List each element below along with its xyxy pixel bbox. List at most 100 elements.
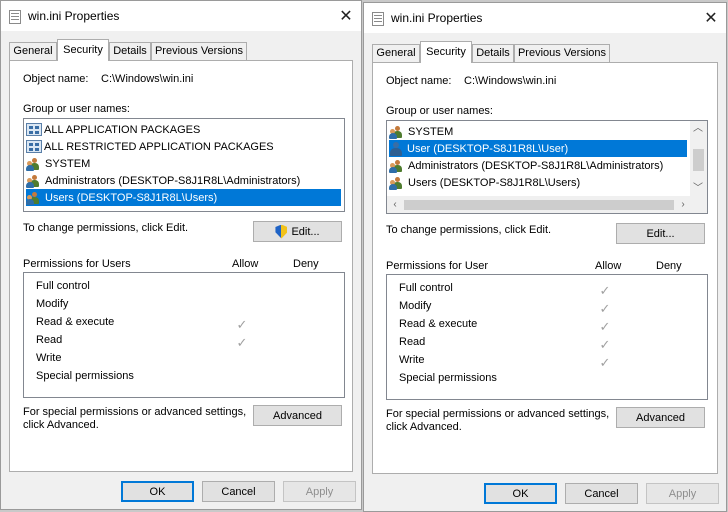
check-icon: ✓: [236, 335, 248, 350]
list-item-users[interactable]: Users (DESKTOP-S8J1R8L\Users): [389, 174, 584, 191]
group-icon: [389, 176, 405, 190]
ok-button[interactable]: OK: [484, 483, 557, 504]
scrollbar-thumb[interactable]: [693, 149, 704, 171]
permission-full-control: Full control: [36, 280, 90, 292]
cancel-button[interactable]: Cancel: [565, 483, 638, 504]
deny-column-header: Deny: [656, 260, 682, 272]
title-bar[interactable]: win.ini Properties ✕: [1, 1, 361, 31]
permission-read: Read: [399, 336, 426, 348]
advanced-button[interactable]: Advanced: [253, 405, 342, 426]
group-icon: [389, 125, 405, 139]
group-user-listbox[interactable]: ALL APPLICATION PACKAGES ALL RESTRICTED …: [23, 118, 345, 212]
user-icon: [389, 141, 403, 156]
tab-strip: General Security Details Previous Versio…: [1, 39, 361, 61]
allow-column-header: Allow: [595, 260, 622, 272]
tab-general[interactable]: General: [9, 42, 57, 60]
list-item-user[interactable]: User (DESKTOP-S8J1R8L\User): [389, 140, 687, 157]
permission-special: Special permissions: [36, 370, 134, 382]
list-item-system[interactable]: SYSTEM: [26, 155, 94, 172]
permissions-list: Full control Modify Read & execute Read …: [386, 274, 708, 400]
permission-special: Special permissions: [399, 372, 497, 384]
tab-security[interactable]: Security: [420, 41, 472, 63]
change-permissions-text: To change permissions, click Edit.: [386, 224, 552, 236]
special-permissions-text: For special permissions or advanced sett…: [386, 408, 610, 420]
list-item-label: SYSTEM: [45, 157, 91, 170]
list-item-label: User (DESKTOP-S8J1R8L\User): [407, 142, 569, 155]
edit-button[interactable]: Edit...: [616, 223, 705, 244]
tab-previous-versions[interactable]: Previous Versions: [514, 44, 610, 62]
file-icon: [9, 10, 21, 24]
group-names-label: Group or user names:: [386, 105, 493, 117]
package-group-icon: [26, 123, 42, 136]
check-icon: ✓: [599, 283, 611, 298]
list-item-label: SYSTEM: [408, 125, 454, 138]
tab-general[interactable]: General: [372, 44, 420, 62]
edit-button-label: Edit...: [291, 225, 320, 238]
horizontal-scrollbar[interactable]: ‹ ›: [387, 196, 707, 213]
tab-strip: General Security Details Previous Versio…: [364, 41, 726, 63]
permission-read: Read: [36, 334, 63, 346]
group-icon: [26, 191, 42, 205]
uac-shield-icon: [275, 225, 287, 239]
check-icon: ✓: [599, 337, 611, 352]
window-title: win.ini Properties: [28, 9, 120, 23]
security-panel: Object name: C:\Windows\win.ini Group or…: [9, 60, 353, 472]
list-item-administrators[interactable]: Administrators (DESKTOP-S8J1R8L\Administ…: [26, 172, 304, 189]
tab-security[interactable]: Security: [57, 39, 109, 61]
list-item-all-restricted-packages[interactable]: ALL RESTRICTED APPLICATION PACKAGES: [26, 138, 278, 155]
scrollbar-thumb[interactable]: [404, 200, 674, 210]
check-icon: ✓: [599, 355, 611, 370]
ok-button[interactable]: OK: [121, 481, 194, 502]
check-icon: ✓: [599, 319, 611, 334]
properties-window-right: win.ini Properties ✕ General Security De…: [363, 2, 727, 512]
change-permissions-text: To change permissions, click Edit.: [23, 222, 189, 234]
scroll-up-icon[interactable]: ︿: [690, 121, 706, 137]
apply-button[interactable]: Apply: [646, 483, 719, 504]
cancel-button[interactable]: Cancel: [202, 481, 275, 502]
group-icon: [389, 159, 405, 173]
tab-previous-versions[interactable]: Previous Versions: [151, 42, 247, 60]
permission-read-execute: Read & execute: [36, 316, 115, 328]
object-name-label: Object name:: [386, 75, 452, 87]
permissions-list: Full control Modify Read & execute Read …: [23, 272, 345, 398]
apply-button[interactable]: Apply: [283, 481, 356, 502]
list-item-label: Administrators (DESKTOP-S8J1R8L\Administ…: [45, 174, 301, 187]
scroll-down-icon[interactable]: ﹀: [690, 181, 706, 197]
scroll-right-icon[interactable]: ›: [675, 197, 691, 213]
close-icon[interactable]: ✕: [696, 3, 726, 33]
title-bar[interactable]: win.ini Properties ✕: [364, 3, 726, 33]
file-icon: [372, 12, 384, 26]
permission-read-execute: Read & execute: [399, 318, 478, 330]
package-group-icon: [26, 140, 42, 153]
click-advanced-text: click Advanced.: [23, 419, 99, 431]
advanced-button[interactable]: Advanced: [616, 407, 705, 428]
permission-full-control: Full control: [399, 282, 453, 294]
security-panel: Object name: C:\Windows\win.ini Group or…: [372, 62, 718, 474]
permissions-for-label: Permissions for Users: [23, 258, 131, 270]
list-item-label: Users (DESKTOP-S8J1R8L\Users): [45, 191, 218, 204]
scroll-left-icon[interactable]: ‹: [387, 197, 403, 213]
list-item-all-application-packages[interactable]: ALL APPLICATION PACKAGES: [26, 121, 204, 138]
object-name-value: C:\Windows\win.ini: [101, 73, 194, 85]
edit-button[interactable]: Edit...: [253, 221, 342, 242]
vertical-scrollbar[interactable]: ︿ ﹀: [690, 121, 707, 197]
check-icon: ✓: [599, 301, 611, 316]
permission-write: Write: [399, 354, 425, 366]
list-item-administrators[interactable]: Administrators (DESKTOP-S8J1R8L\Administ…: [389, 157, 667, 174]
permissions-for-label: Permissions for User: [386, 260, 489, 272]
permission-write: Write: [36, 352, 62, 364]
window-title: win.ini Properties: [391, 11, 483, 25]
object-name-label: Object name:: [23, 73, 89, 85]
tab-details[interactable]: Details: [472, 44, 514, 62]
list-item-system[interactable]: SYSTEM: [389, 123, 457, 140]
object-name-value: C:\Windows\win.ini: [464, 75, 557, 87]
tab-details[interactable]: Details: [109, 42, 151, 60]
group-user-listbox[interactable]: SYSTEM User (DESKTOP-S8J1R8L\User) Admin…: [386, 120, 708, 214]
list-item-users[interactable]: Users (DESKTOP-S8J1R8L\Users): [26, 189, 341, 206]
list-item-label: ALL RESTRICTED APPLICATION PACKAGES: [44, 140, 274, 153]
deny-column-header: Deny: [293, 258, 319, 270]
special-permissions-text: For special permissions or advanced sett…: [23, 406, 247, 418]
close-icon[interactable]: ✕: [331, 1, 361, 31]
check-icon: ✓: [236, 317, 248, 332]
permission-modify: Modify: [399, 300, 432, 312]
